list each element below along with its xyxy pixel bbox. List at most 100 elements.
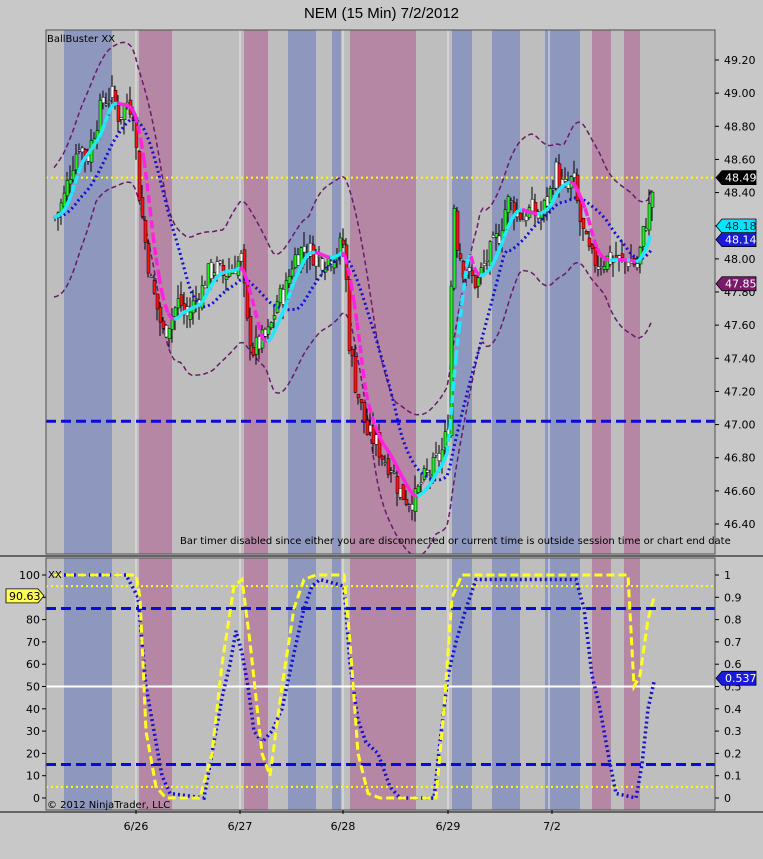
- candle-body: [572, 172, 577, 178]
- price-badge-text: 48.14: [725, 234, 757, 247]
- candle-body: [437, 453, 442, 462]
- session-band: [64, 558, 112, 810]
- price-axis-label: 48.80: [724, 120, 756, 133]
- candle-body: [455, 210, 460, 251]
- candle-body: [467, 267, 472, 272]
- price-badge-text: 48.49: [725, 172, 757, 185]
- fast-ma-segment: [113, 101, 118, 106]
- candle-body: [407, 504, 412, 507]
- fast-ma-segment: [266, 338, 271, 344]
- oscillator-left-axis-label: 30: [26, 725, 40, 738]
- candle-body: [626, 261, 631, 267]
- price-axis-label: 47.40: [724, 352, 756, 365]
- candle-body: [152, 280, 157, 294]
- candle-body: [338, 237, 343, 254]
- candle-body: [473, 275, 478, 288]
- candle-body: [161, 320, 166, 329]
- price-axis-label: 48.40: [724, 187, 756, 200]
- candle-body: [644, 228, 649, 231]
- candle-body: [158, 306, 163, 323]
- date-axis-label: 7/2: [543, 820, 561, 833]
- fast-ma-segment: [314, 250, 319, 255]
- candle-body: [485, 259, 490, 262]
- oscillator-right-axis-label: 0: [724, 792, 731, 805]
- fast-ma-segment: [482, 271, 487, 277]
- oscillator-left-axis-label: 100: [19, 569, 40, 582]
- fast-ma-segment: [563, 181, 568, 187]
- fast-ma-segment: [421, 488, 428, 494]
- candle-body: [596, 266, 601, 270]
- candle-body: [311, 244, 316, 266]
- candle-body: [443, 431, 448, 449]
- price-axis-label: 46.80: [724, 452, 756, 465]
- price-axis-label: 48.00: [724, 253, 756, 266]
- fast-ma-segment: [598, 252, 605, 259]
- candle-body: [143, 220, 148, 243]
- candle-body: [602, 266, 607, 270]
- session-band: [492, 558, 520, 810]
- candle-body: [65, 180, 70, 197]
- oscillator-left-axis-label: 80: [26, 614, 40, 627]
- fast-ma-segment: [194, 304, 199, 309]
- candle-body: [557, 163, 562, 188]
- candle-body: [398, 488, 403, 498]
- fast-ma-segment: [514, 208, 521, 215]
- candle-body: [359, 399, 364, 404]
- fast-ma-segment: [56, 213, 61, 219]
- candle-body: [287, 276, 292, 284]
- fast-ma-segment: [340, 251, 347, 258]
- session-band: [492, 30, 520, 554]
- session-band: [288, 558, 316, 810]
- price-axis-label: 49.20: [724, 54, 756, 67]
- fast-ma-segment: [182, 309, 187, 315]
- candle-body: [410, 504, 415, 511]
- candle-body: [212, 272, 217, 276]
- price-axis-label: 48.60: [724, 153, 756, 166]
- fast-ma-segment: [436, 465, 443, 473]
- candle-body: [356, 393, 361, 399]
- price-axis-label: 46.60: [724, 485, 756, 498]
- candle-body: [476, 277, 481, 287]
- fast-ma-segment: [224, 269, 229, 274]
- candle-body: [362, 402, 367, 422]
- fast-ma-segment: [382, 444, 389, 451]
- candle-body: [71, 170, 76, 181]
- oscillator-right-axis-label: 0.4: [724, 703, 742, 716]
- candle-body: [68, 179, 73, 185]
- candle-body: [506, 196, 511, 213]
- fast-ma-segment: [320, 252, 325, 258]
- candle-body: [428, 474, 433, 476]
- chart-canvas[interactable]: BallBuster XX Bar timer disabled since e…: [0, 28, 763, 859]
- candle-body: [341, 239, 346, 245]
- candle-body: [350, 348, 355, 357]
- date-axis-label: 6/28: [331, 820, 356, 833]
- price-badge-text: 48.18: [725, 220, 757, 233]
- candle-body: [371, 425, 376, 444]
- oscillator-left-axis-label: 0: [33, 792, 40, 805]
- candle-body: [353, 356, 358, 393]
- fast-ma-segment: [185, 308, 190, 313]
- fast-ma-segment: [427, 480, 434, 487]
- fast-ma-segment: [58, 210, 65, 217]
- fast-ma-segment: [214, 273, 221, 280]
- candle-body: [74, 153, 79, 171]
- candle-body: [641, 226, 646, 247]
- session-band: [545, 30, 580, 554]
- candle-body: [296, 254, 301, 266]
- candle-body: [302, 246, 307, 253]
- date-axis-label: 6/29: [436, 820, 461, 833]
- fast-ma-segment: [475, 271, 482, 277]
- fast-ma-segment: [385, 448, 392, 455]
- candle-body: [281, 289, 286, 305]
- candle-body: [554, 161, 559, 189]
- candle-body: [119, 117, 124, 120]
- fast-ma-segment: [629, 258, 634, 263]
- candle-body: [248, 316, 253, 347]
- oscillator-right-axis-label: 0.9: [724, 591, 742, 604]
- candle-body: [491, 235, 496, 238]
- candle-body: [206, 263, 211, 289]
- fast-ma-segment: [109, 102, 116, 109]
- session-band: [332, 30, 341, 554]
- candle-body: [332, 262, 337, 269]
- fast-ma-segment: [521, 207, 526, 213]
